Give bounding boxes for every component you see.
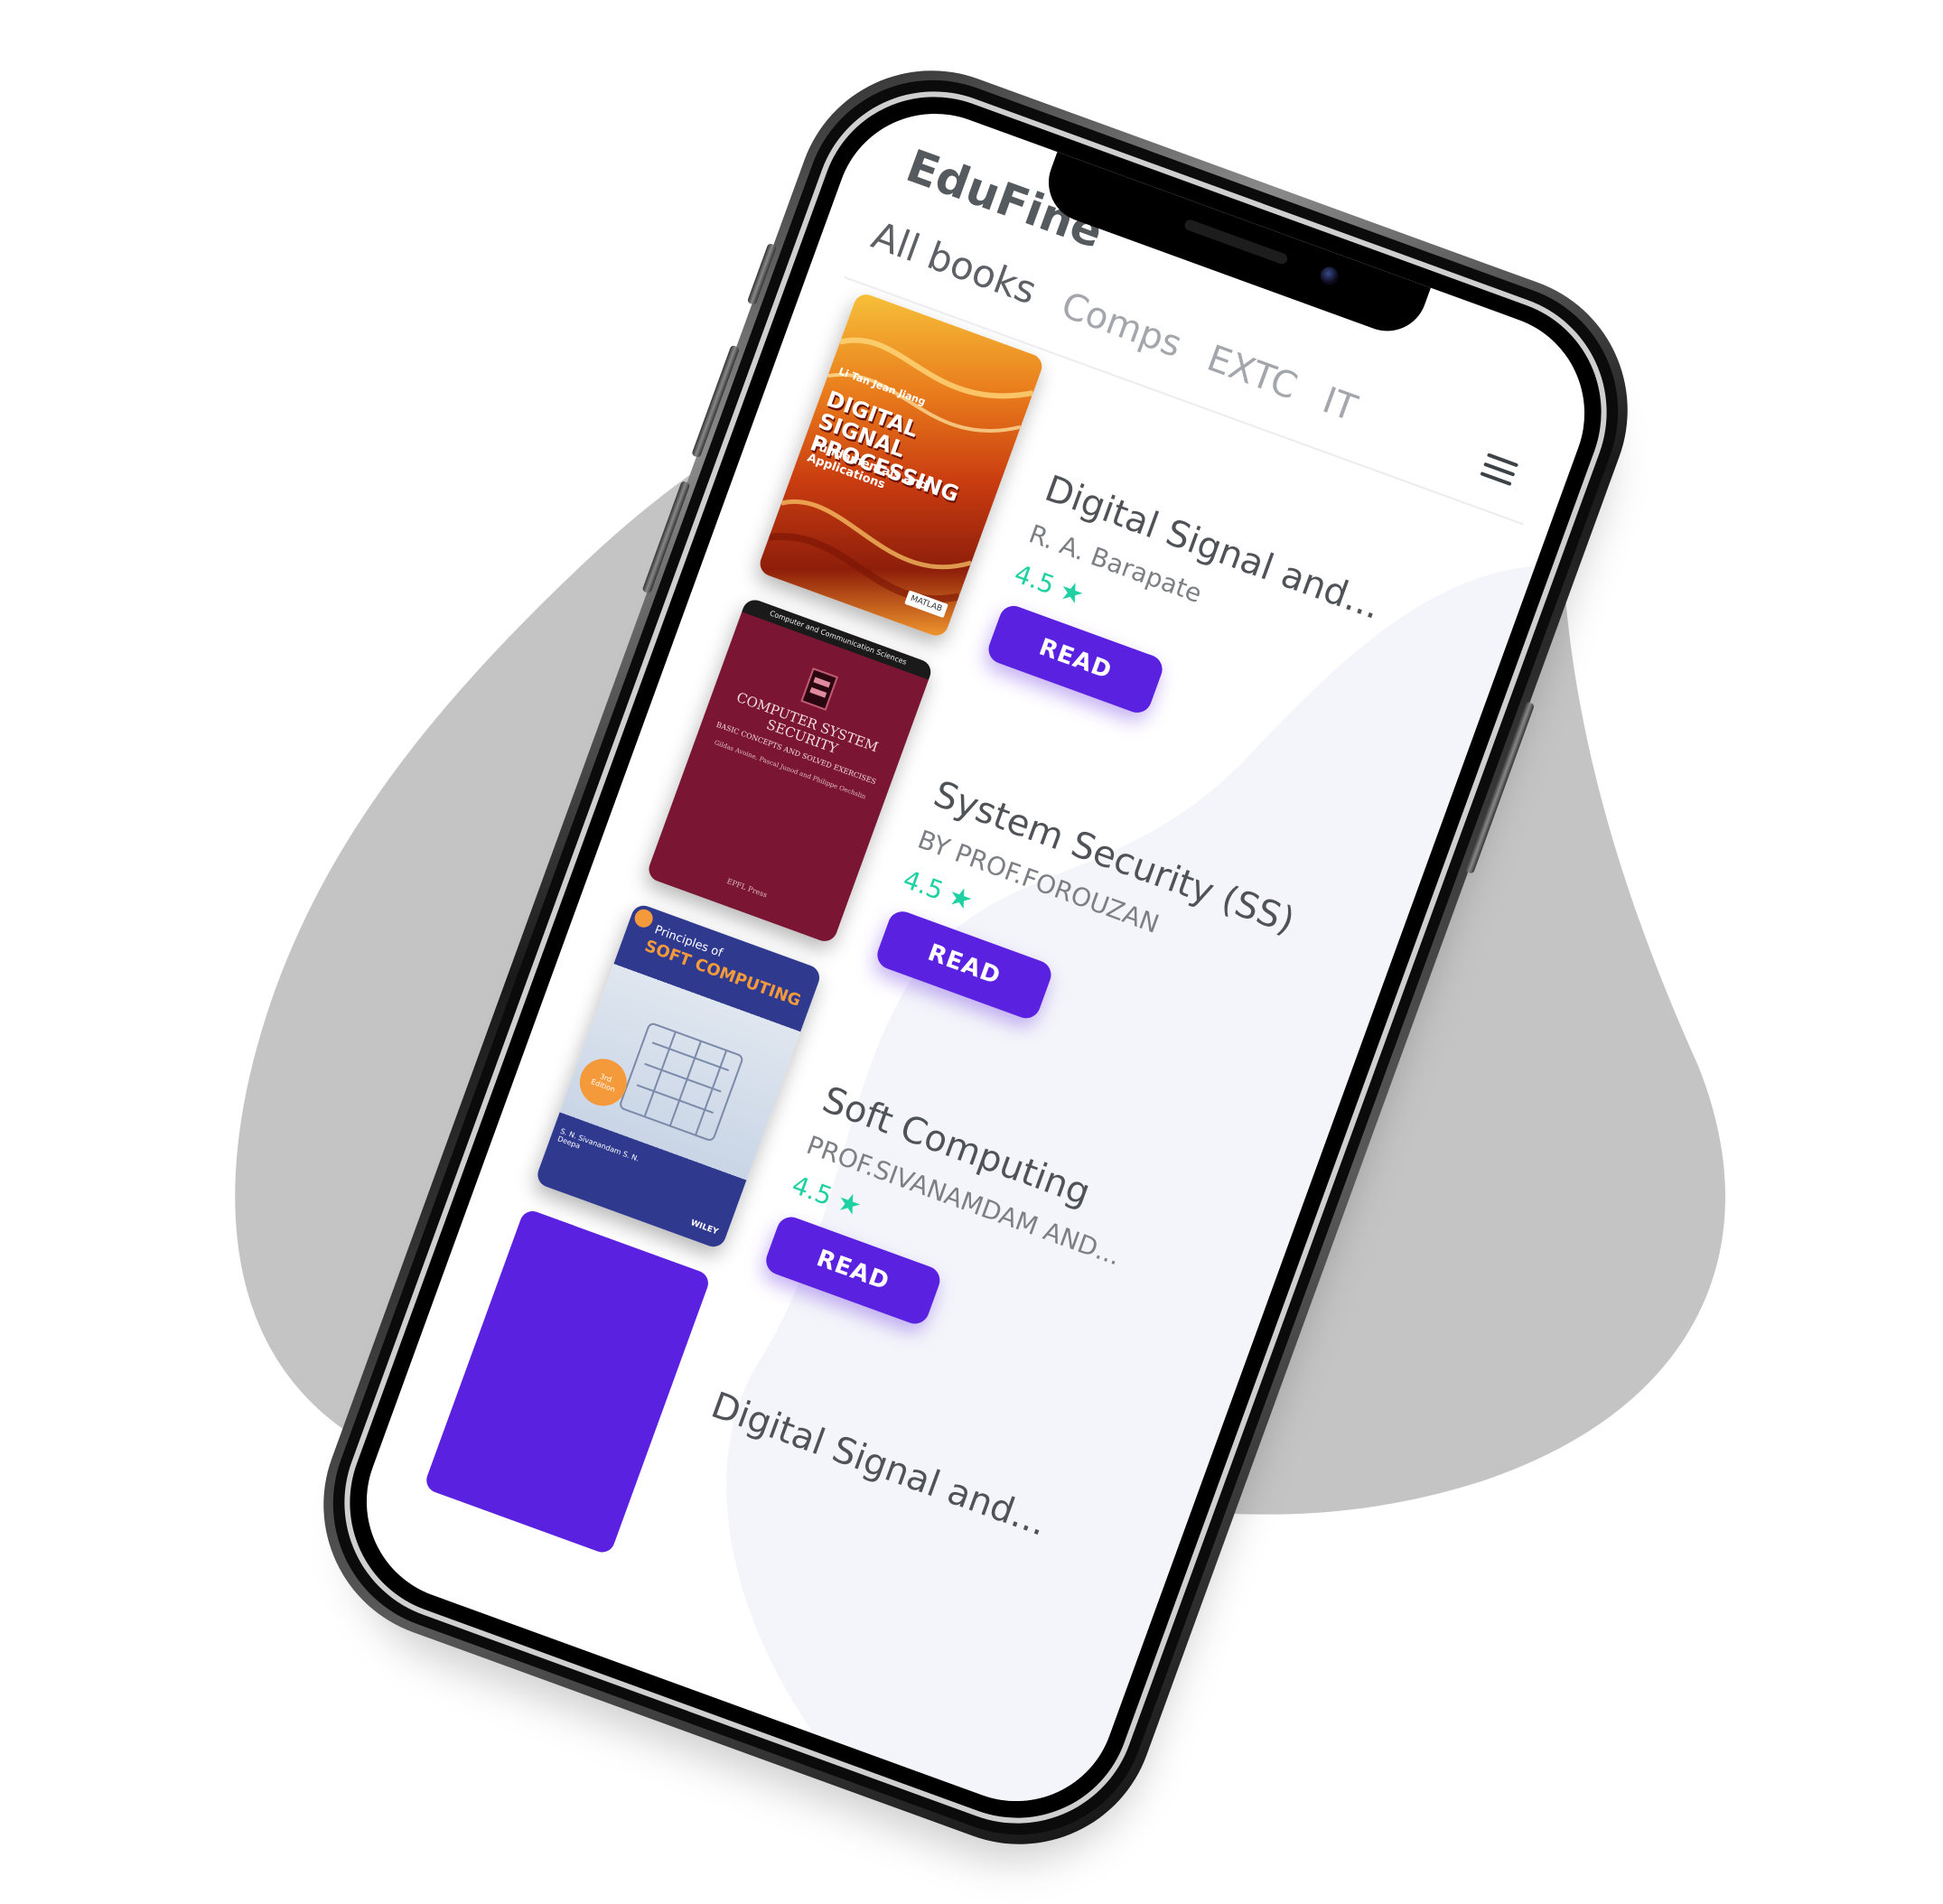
- book-rating: 4.5 ★: [788, 1169, 866, 1224]
- star-icon: ★: [832, 1185, 866, 1224]
- rating-value: 4.5: [1010, 558, 1059, 601]
- rating-value: 4.5: [788, 1170, 836, 1212]
- front-camera: [1317, 264, 1341, 288]
- book-title: Digital Signal and...: [705, 1384, 1053, 1545]
- stage: EduFine All books Comps EXTC IT Li Tan J…: [0, 0, 1943, 1904]
- book-rating: 4.5 ★: [1010, 558, 1089, 612]
- star-icon: ★: [1054, 574, 1089, 612]
- rating-value: 4.5: [899, 863, 948, 907]
- star-icon: ★: [943, 879, 977, 918]
- book-rating: 4.5 ★: [899, 863, 977, 918]
